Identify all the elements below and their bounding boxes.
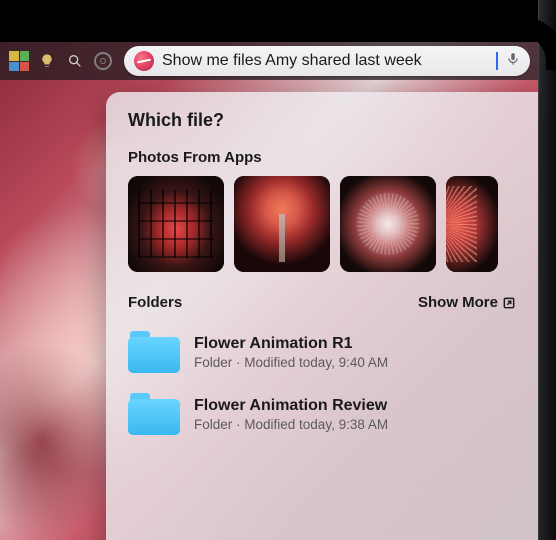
magnifier-icon[interactable] [64,50,86,72]
photo-thumbnail[interactable] [340,176,436,272]
photo-thumbnails-row [128,176,538,272]
folder-icon [128,393,180,435]
folder-metadata: Folder · Modified today, 9:38 AM [194,417,538,432]
target-icon[interactable] [92,50,114,72]
menu-bar: Show me files Amy shared last week [0,42,538,80]
folders-section-header: Folders Show More [128,294,538,311]
device-bezel-top [0,0,556,42]
activity-blocks-icon[interactable] [8,50,30,72]
photo-thumbnail[interactable] [128,176,224,272]
folder-icon [128,331,180,373]
folder-metadata: Folder · Modified today, 9:40 AM [194,355,538,370]
folder-result-row[interactable]: Flower Animation R1 Folder · Modified to… [128,321,538,383]
folder-name: Flower Animation R1 [194,335,538,353]
photos-section-label: Photos From Apps [128,149,262,166]
folder-result-row[interactable]: Flower Animation Review Folder · Modifie… [128,383,538,445]
folders-section-label: Folders [128,294,182,311]
folder-name: Flower Animation Review [194,397,538,415]
results-panel: Which file? Photos From Apps Folders Sho… [106,92,538,540]
microphone-icon[interactable] [506,50,520,73]
arrow-out-icon [502,296,516,310]
prompt-heading: Which file? [128,110,538,131]
photos-section-header: Photos From Apps [128,149,538,166]
show-more-button[interactable]: Show More [418,294,516,311]
photo-thumbnail[interactable] [446,176,498,272]
spotlight-search-bar[interactable]: Show me files Amy shared last week [124,46,530,76]
text-cursor [496,52,498,70]
device-bezel-right [538,0,556,540]
siri-icon [134,51,154,71]
search-input[interactable]: Show me files Amy shared last week [162,52,490,70]
photo-thumbnail[interactable] [234,176,330,272]
lightbulb-icon[interactable] [36,50,58,72]
